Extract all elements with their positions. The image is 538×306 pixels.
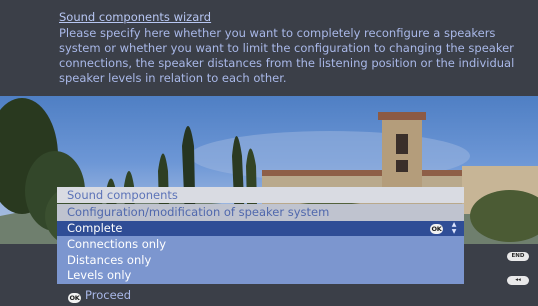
end-button[interactable]: END (507, 252, 529, 261)
option-distances-only[interactable]: Distances only (57, 253, 464, 268)
option-label: Distances only (67, 253, 152, 267)
option-label: Levels only (67, 268, 132, 282)
proceed-label: Proceed (85, 288, 132, 302)
back-button[interactable]: ◂◂ (507, 276, 529, 285)
option-levels-only[interactable]: Levels only (57, 268, 464, 283)
proceed-hint[interactable]: OK Proceed (68, 288, 132, 303)
tv-screen: Sound components wizard Please specify h… (0, 0, 538, 306)
wizard-description: Please specify here whether you want to … (59, 26, 515, 85)
menu-title-text: Sound components (67, 188, 178, 202)
option-label: Complete (67, 221, 123, 235)
menu-subtitle: Configuration/modification of speaker sy… (57, 204, 464, 221)
up-down-arrows-icon: ▲ ▼ (451, 221, 457, 235)
menu-subtitle-text: Configuration/modification of speaker sy… (67, 205, 330, 219)
wizard-title: Sound components wizard (59, 10, 212, 24)
option-connections-only[interactable]: Connections only (57, 237, 464, 252)
option-label: Connections only (67, 237, 167, 251)
ok-icon: OK (68, 293, 81, 303)
options-list: Complete OK ▲ ▼ Connections only Distance… (57, 221, 464, 284)
ok-icon: OK (430, 224, 443, 234)
wizard-panel: Sound components wizard Please specify h… (0, 0, 538, 96)
menu-title: Sound components (57, 187, 464, 203)
option-complete[interactable]: Complete OK ▲ ▼ (57, 221, 464, 236)
